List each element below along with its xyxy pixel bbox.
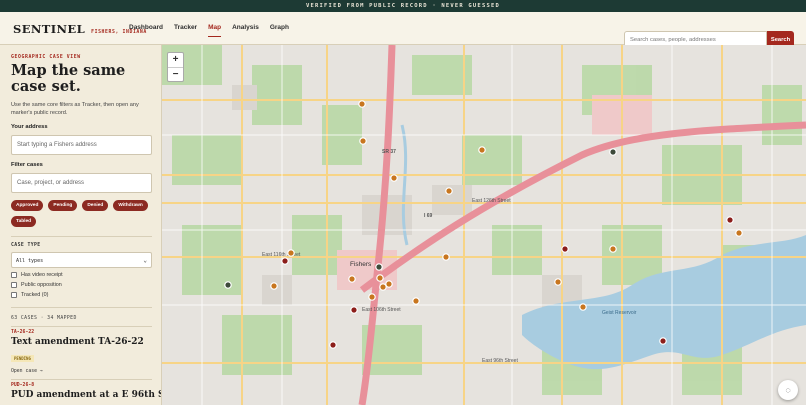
chat-bubble-icon[interactable]: ◌ — [778, 380, 798, 400]
zoom-control: + − — [167, 52, 184, 82]
address-label: Your address — [11, 124, 48, 130]
main-nav: Dashboard Tracker Map Analysis Graph — [129, 24, 289, 37]
map-label-e116: East 116th Street — [262, 252, 301, 258]
divider — [11, 326, 152, 327]
page-title: Map the same case set. — [11, 62, 126, 95]
chip-withdrawn[interactable]: Withdrawn — [113, 200, 148, 211]
case-type-select[interactable]: All types ⌄ — [11, 252, 152, 268]
map-label-fishers: Fishers — [350, 261, 372, 268]
case-id: TA-26-22 — [11, 330, 35, 335]
sidebar-eyebrow: GEOGRAPHIC CASE VIEW — [11, 55, 81, 60]
map-label-reservoir: Geist Reservoir — [602, 310, 637, 316]
filter-input[interactable]: Case, project, or address — [11, 173, 152, 193]
map-tiles[interactable] — [162, 45, 806, 405]
chevron-down-icon: ⌄ — [143, 257, 147, 264]
site-header: SENTINEL FISHERS, INDIANA Dashboard Trac… — [0, 12, 806, 49]
chip-denied[interactable]: Denied — [82, 200, 109, 211]
case-title[interactable]: Text amendment TA-26-22 — [11, 337, 150, 347]
status-badge: PENDING — [11, 355, 34, 362]
check-public-opposition[interactable]: Public opposition — [11, 282, 150, 288]
chip-pending[interactable]: Pending — [48, 200, 78, 211]
filter-sidebar: GEOGRAPHIC CASE VIEW Map the same case s… — [0, 45, 162, 405]
checkbox[interactable] — [11, 282, 17, 288]
nav-map[interactable]: Map — [208, 24, 222, 37]
page-description: Use the same core filters as Tracker, th… — [11, 102, 139, 116]
divider — [11, 379, 152, 380]
case-count: 63 CASES · 34 MAPPED — [11, 316, 77, 321]
chip-tabled[interactable]: Tabled — [11, 216, 37, 227]
case-title[interactable]: PUD amendment at a E 96th St — [11, 390, 161, 400]
check-label: Has video receipt — [21, 272, 63, 278]
case-type-value: All types — [16, 258, 44, 264]
nav-analysis[interactable]: Analysis — [232, 24, 259, 37]
verification-banner: VERIFIED FROM PUBLIC RECORD · NEVER GUES… — [0, 0, 806, 12]
divider — [11, 307, 152, 308]
check-label: Tracked (0) — [21, 292, 49, 298]
checkbox[interactable] — [11, 292, 17, 298]
check-tracked[interactable]: Tracked (0) — [11, 292, 150, 298]
filter-label: Filter cases — [11, 162, 43, 168]
case-type-label: CASE TYPE — [11, 243, 41, 248]
chip-approved[interactable]: Approved — [11, 200, 44, 211]
case-map[interactable]: Fishers I 69 SR 37 East 116th Street Eas… — [162, 45, 806, 405]
check-label: Public opposition — [21, 282, 62, 288]
open-case-link[interactable]: Open case → — [11, 369, 150, 374]
nav-graph[interactable]: Graph — [270, 24, 289, 37]
brand-name: SENTINEL — [13, 22, 86, 36]
case-id: PUD-26-8 — [11, 383, 35, 388]
map-label-sr37: SR 37 — [382, 149, 396, 155]
brand[interactable]: SENTINEL FISHERS, INDIANA — [13, 22, 147, 36]
check-video-receipt[interactable]: Has video receipt — [11, 272, 150, 278]
zoom-in-button[interactable]: + — [168, 53, 183, 67]
checkbox[interactable] — [11, 272, 17, 278]
map-label-e96: East 96th Street — [482, 358, 518, 364]
nav-tracker[interactable]: Tracker — [174, 24, 197, 37]
nav-dashboard[interactable]: Dashboard — [129, 24, 163, 37]
map-label-e126: East 126th Street — [472, 198, 511, 204]
divider — [11, 236, 152, 237]
map-label-i69: I 69 — [424, 213, 433, 219]
map-label-e106: East 106th Street — [362, 307, 401, 313]
zoom-out-button[interactable]: − — [168, 67, 183, 81]
address-input[interactable]: Start typing a Fishers address — [11, 135, 152, 155]
status-chips: Approved Pending Denied Withdrawn Tabled — [11, 200, 156, 227]
case-list-item[interactable]: TA-26-22 Text amendment TA-26-22 PENDING… — [11, 330, 150, 374]
case-list-item[interactable]: PUD-26-8 PUD amendment at a E 96th St — [11, 383, 161, 400]
